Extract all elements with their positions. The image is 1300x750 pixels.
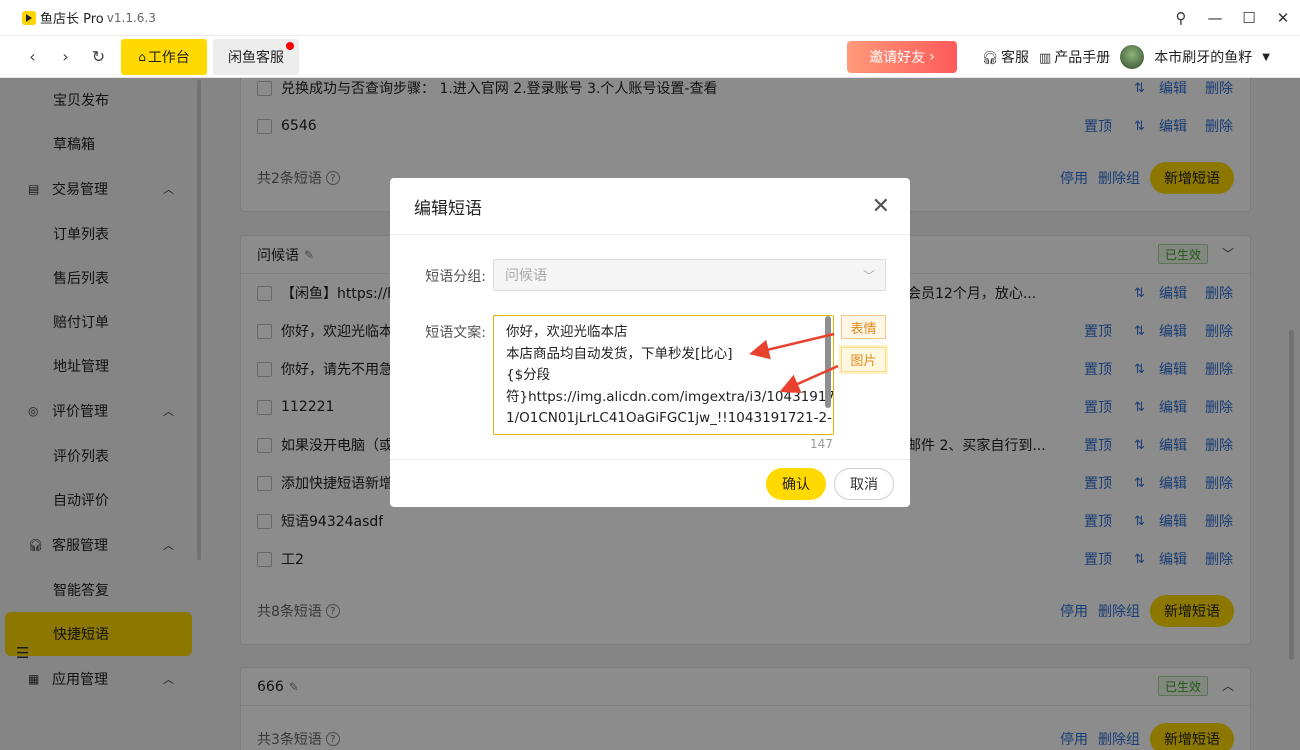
forward-icon[interactable]: › (49, 36, 82, 78)
annotation-arrows (749, 332, 839, 394)
support-label: 客服 (1001, 50, 1029, 66)
home-icon: ⌂ (138, 49, 146, 64)
caret-down-icon[interactable]: ▼ (1262, 52, 1270, 63)
pin-icon[interactable]: ⚲ (1164, 0, 1198, 36)
avatar[interactable] (1120, 45, 1145, 69)
arrow-to-emoji (749, 332, 835, 360)
close-icon[interactable]: ✕ (872, 194, 890, 219)
nav-right: 🎧︎ 客服 ▥ 产品手册 本市刷牙的鱼籽 ▼ (981, 36, 1270, 78)
tab-workbench-label: 工作台 (147, 49, 190, 66)
tab-xianyu-cs-label: 闲鱼客服 (228, 49, 284, 66)
invite-label: 邀请好友 (869, 50, 926, 66)
group-select[interactable]: 问候语 ﹀ (493, 259, 886, 291)
arrow-to-image (779, 364, 839, 394)
cancel-button[interactable]: 取消 (834, 468, 894, 500)
dialog-title: 编辑短语 (414, 198, 482, 219)
tab-xianyu-cs[interactable]: 闲鱼客服 (213, 38, 299, 75)
textarea-line: 1/O1CN01jLrLC41OaGiFGC1jw_!!1043191721-2… (506, 410, 832, 426)
chevron-down-icon: ﹀ (862, 269, 875, 283)
back-icon[interactable]: ‹ (16, 36, 49, 78)
text-field-row: 短语文案: (390, 322, 494, 342)
notification-dot (286, 41, 294, 50)
refresh-icon[interactable]: ↻ (82, 36, 115, 78)
dialog-header: 编辑短语 ✕ (390, 178, 910, 235)
app-logo-icon (22, 10, 36, 25)
tab-workbench[interactable]: ⌂ 工作台 (121, 38, 207, 75)
book-icon: ▥ (1039, 51, 1052, 66)
char-count: 147 (810, 437, 833, 451)
window-controls: ⚲ — ☐ ✕ (1164, 0, 1300, 36)
manual-link[interactable]: ▥ 产品手册 (1039, 47, 1110, 67)
chevron-right-icon: › (929, 49, 935, 65)
minimize-icon[interactable]: — (1198, 0, 1232, 36)
manual-label: 产品手册 (1054, 50, 1111, 66)
group-select-value: 问候语 (505, 268, 547, 284)
username[interactable]: 本市刷牙的鱼籽 (1154, 47, 1252, 67)
dialog-footer: 确认 取消 (390, 459, 910, 507)
headset-icon: 🎧︎ (981, 51, 998, 66)
support-link[interactable]: 🎧︎ 客服 (981, 47, 1029, 67)
maximize-icon[interactable]: ☐ (1232, 0, 1266, 36)
invite-friends-button[interactable]: 邀请好友 › (847, 41, 957, 73)
nav-bar: ‹ › ↻ ⌂ 工作台 闲鱼客服 邀请好友 › 🎧︎ 客服 ▥ 产品手册 本市刷牙的… (0, 36, 1300, 78)
title-bar: 鱼店长 Pro v1.1.6.3 ⚲ — ☐ ✕ (0, 0, 1300, 36)
group-field-row: 短语分组: (390, 266, 494, 286)
app-version: v1.1.6.3 (106, 10, 156, 25)
group-label: 短语分组: (425, 269, 486, 285)
close-window-icon[interactable]: ✕ (1266, 0, 1300, 36)
app-title: 鱼店长 Pro (40, 12, 104, 27)
text-label: 短语文案: (425, 325, 486, 341)
confirm-button[interactable]: 确认 (766, 468, 826, 500)
